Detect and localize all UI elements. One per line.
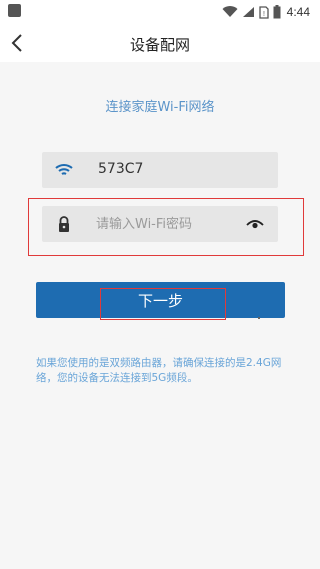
wifi-password-field[interactable] [42, 206, 278, 242]
svg-text:!: ! [263, 11, 265, 18]
status-indicators: ! 4:44 [222, 3, 310, 21]
wifi-status-icon [222, 6, 238, 18]
nav-bar: 设备配网 [0, 24, 320, 62]
lock-icon [59, 216, 69, 232]
wifi-icon [55, 164, 73, 175]
wifi-ssid-field[interactable]: 573C7 [42, 152, 278, 188]
battery-icon [273, 5, 281, 19]
status-time: 4:44 [286, 5, 310, 19]
page-title: 设备配网 [129, 36, 190, 54]
next-step-button[interactable]: 下一步 [36, 282, 285, 318]
wifi-password-input[interactable] [96, 212, 246, 236]
signal-icon [242, 7, 254, 17]
status-bar: ! 4:44 [0, 0, 320, 24]
dot-mark [258, 317, 260, 319]
wifi-ssid-value: 573C7 [98, 161, 144, 177]
sim-icon: ! [258, 5, 269, 19]
dual-band-note: 如果您使用的是双频路由器，请确保连接的是2.4G网络，您的设备无法连接到5G频段… [36, 357, 282, 384]
section-subtitle: 连接家庭Wi-Fi网络 [105, 100, 215, 115]
notification-icon [8, 4, 21, 17]
eye-icon[interactable] [246, 218, 264, 230]
